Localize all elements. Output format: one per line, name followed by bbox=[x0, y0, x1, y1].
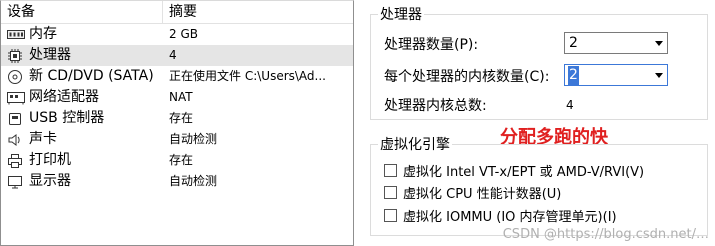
processor-group-title: 处理器 bbox=[378, 4, 424, 24]
device-row-printer[interactable]: 打印机 存在 bbox=[1, 150, 353, 171]
option-label: 虚拟化 Intel VT-x/EPT 或 AMD-V/RVI(V) bbox=[403, 165, 645, 180]
speaker-icon bbox=[7, 132, 27, 148]
total-cores-value: 4 bbox=[566, 98, 574, 112]
printer-icon bbox=[7, 153, 27, 169]
option-virtualize-cpu-counters[interactable]: 虚拟化 CPU 性能计数器(U) bbox=[384, 183, 561, 202]
device-row-cd-dvd[interactable]: 新 CD/DVD (SATA) 正在使用文件 C:\Users\Ad... bbox=[1, 66, 353, 87]
device-summary: 存在 bbox=[169, 153, 194, 167]
monitor-icon bbox=[7, 174, 27, 190]
option-label: 虚拟化 CPU 性能计数器(U) bbox=[403, 187, 562, 202]
processor-count-label: 处理器数量(P): bbox=[384, 37, 479, 53]
column-header-device[interactable]: 设备 bbox=[1, 1, 163, 24]
option-virtualize-vt-x[interactable]: 虚拟化 Intel VT-x/EPT 或 AMD-V/RVI(V) bbox=[384, 161, 644, 180]
device-table-header: 设备 摘要 bbox=[1, 1, 353, 24]
checkbox[interactable] bbox=[384, 209, 397, 222]
cores-per-processor-value: 2 bbox=[568, 66, 579, 85]
total-cores-label: 处理器内核总数: bbox=[384, 98, 487, 114]
device-row-memory[interactable]: 内存 2 GB bbox=[1, 24, 353, 45]
device-name: USB 控制器 bbox=[29, 110, 105, 126]
checkbox[interactable] bbox=[384, 186, 397, 199]
device-summary: NAT bbox=[169, 90, 193, 104]
device-name: 网络适配器 bbox=[29, 89, 99, 105]
processor-count-select[interactable]: 2 bbox=[564, 32, 668, 54]
column-header-summary[interactable]: 摘要 bbox=[163, 1, 353, 24]
cores-per-processor-label: 每个处理器的内核数量(C): bbox=[384, 69, 550, 85]
device-row-sound-card[interactable]: 声卡 自动检测 bbox=[1, 129, 353, 150]
virtualization-group-title: 虚拟化引擎 bbox=[378, 134, 452, 154]
chevron-down-icon bbox=[655, 41, 663, 46]
device-summary: 正在使用文件 C:\Users\Ad... bbox=[169, 69, 326, 83]
device-summary: 自动检测 bbox=[169, 174, 218, 188]
watermark: CSDN @https://blog.csdn.net/… bbox=[502, 227, 709, 242]
option-label: 虚拟化 IOMMU (IO 内存管理单元)(I) bbox=[403, 210, 617, 225]
device-row-processor[interactable]: 处理器 4 bbox=[1, 45, 353, 66]
device-summary: 4 bbox=[169, 48, 177, 62]
checkbox[interactable] bbox=[384, 164, 397, 177]
device-rows: 内存 2 GB 处理器 4 新 CD/DVD (SATA) 正在使用文件 C:\… bbox=[1, 24, 353, 192]
processor-count-value: 2 bbox=[569, 35, 578, 51]
device-summary: 2 GB bbox=[169, 27, 198, 41]
device-summary: 自动检测 bbox=[169, 132, 218, 146]
device-name: 新 CD/DVD (SATA) bbox=[29, 68, 154, 84]
cd-dvd-icon bbox=[7, 69, 27, 85]
device-name: 处理器 bbox=[29, 47, 71, 63]
memory-icon bbox=[7, 27, 27, 43]
processor-icon bbox=[7, 48, 27, 64]
device-name: 声卡 bbox=[29, 131, 57, 147]
device-summary: 存在 bbox=[169, 111, 194, 125]
device-name: 打印机 bbox=[29, 152, 71, 168]
cores-per-processor-select[interactable]: 2 bbox=[564, 64, 668, 86]
device-list-panel: 设备 摘要 内存 2 GB 处理器 4 新 CD/DVD (SATA) 正在使用… bbox=[0, 0, 354, 246]
device-row-usb[interactable]: USB 控制器 存在 bbox=[1, 108, 353, 129]
option-virtualize-iommu[interactable]: 虚拟化 IOMMU (IO 内存管理单元)(I) bbox=[384, 206, 617, 225]
chevron-down-icon bbox=[655, 73, 663, 78]
usb-icon bbox=[7, 111, 27, 127]
device-name: 显示器 bbox=[29, 173, 71, 189]
device-row-network-adapter[interactable]: 网络适配器 NAT bbox=[1, 87, 353, 108]
device-name: 内存 bbox=[29, 26, 57, 42]
network-adapter-icon bbox=[7, 90, 27, 106]
device-row-monitor[interactable]: 显示器 自动检测 bbox=[1, 171, 353, 192]
